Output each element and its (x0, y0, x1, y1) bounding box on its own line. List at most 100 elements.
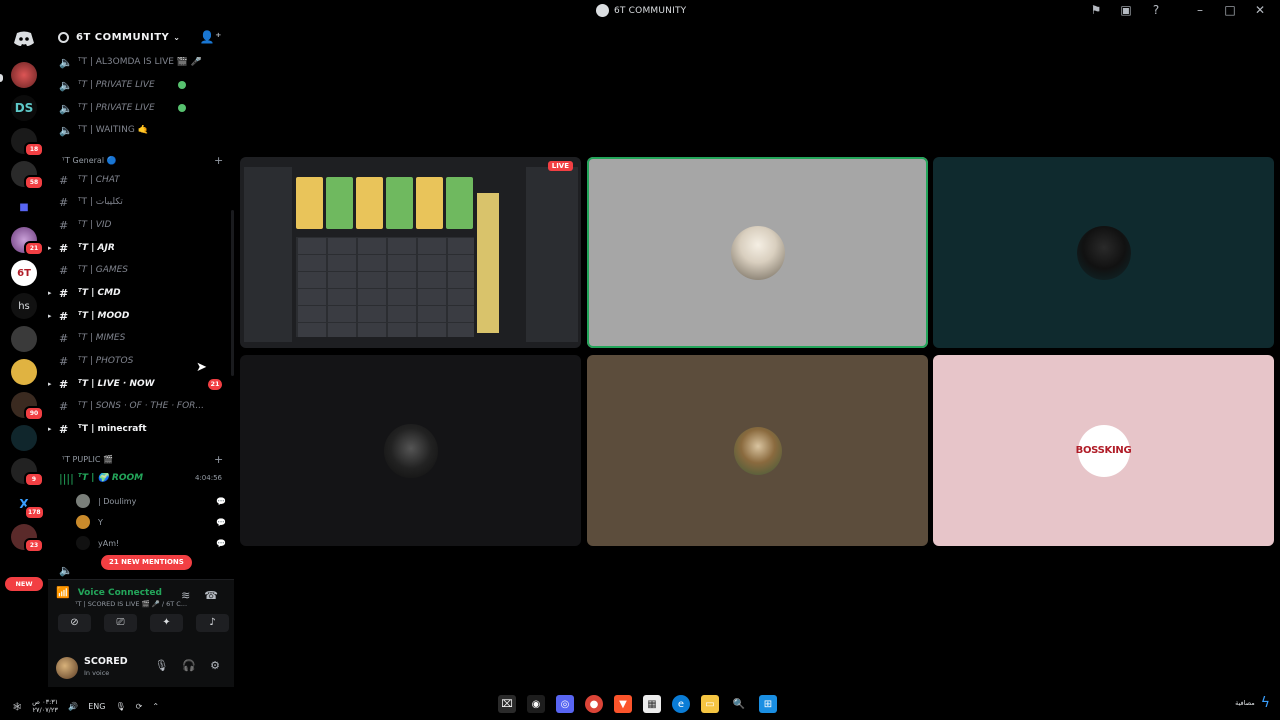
channel-name: ᵀT | LIVE · NOW (78, 379, 155, 389)
voice-channel[interactable]: 🔈 ᵀT | PRIVATE LIVE (48, 75, 234, 95)
voice-status-label: Voice Connected (77, 587, 162, 598)
add-channel-icon[interactable]: + (214, 453, 223, 466)
stream-preview (240, 157, 581, 348)
participant-tile-1[interactable] (587, 157, 928, 348)
screen-share-button[interactable]: ⎚ (104, 614, 137, 632)
discord-home-icon[interactable] (11, 26, 37, 52)
server-avatar-9[interactable] (11, 326, 37, 352)
text-channel[interactable]: ▸ # ᵀT | LIVE · NOW 21 (48, 374, 234, 394)
text-channel[interactable]: ▸ # ᵀT | AJR (48, 238, 234, 258)
language-indicator[interactable]: ENG (88, 702, 105, 711)
help-icon[interactable]: ? (1148, 3, 1164, 17)
discord-taskbar-icon[interactable]: ◎ (556, 695, 574, 713)
text-channel[interactable]: ▸ # ᵀT | CMD (48, 283, 234, 303)
server-avatar-1[interactable] (11, 62, 37, 88)
voice-activity-icon: |||| (59, 471, 74, 485)
text-channel[interactable]: # ᵀT | GAMES (48, 260, 234, 280)
voice-channel[interactable]: 🔈 ᵀT | WAITING 🤙 (48, 120, 234, 140)
headphones-icon[interactable]: 🎧 (182, 659, 196, 672)
server-hs[interactable]: hs (11, 293, 37, 319)
avatar (76, 515, 90, 529)
file-explorer-icon[interactable]: ▭ (701, 695, 719, 713)
participant-tile-4[interactable] (587, 355, 928, 546)
avatar[interactable] (56, 657, 78, 679)
speaker-icon: 🔈 (59, 101, 73, 115)
minimize-icon[interactable]: – (1192, 3, 1208, 17)
channel-name: ᵀT | GAMES (78, 265, 129, 275)
chevron-up-icon[interactable]: ⌃ (152, 702, 159, 711)
taskbar-apps: ⌧ ◉ ◎ ● ▼ ▦ e ▭ 🔍 ⊞ (498, 695, 777, 713)
voice-status[interactable]: 📶 Voice Connected (56, 586, 162, 599)
sync-icon[interactable]: ⟳ (136, 702, 143, 711)
card (356, 177, 383, 229)
category-public[interactable]: ᵀT PUPLIC 🎬 + (62, 451, 223, 467)
new-mentions-button[interactable]: 21 NEW MENTIONS (101, 555, 192, 570)
app-icon-1[interactable]: ⌧ (498, 695, 516, 713)
activities-button[interactable]: ✦ (150, 614, 183, 632)
speaker-icon: 🔈 (59, 123, 73, 137)
text-channel[interactable]: # ᵀT | MIMES (48, 328, 234, 348)
guild-header[interactable]: 6T COMMUNITY ⌄ 👤⁺ (48, 22, 234, 52)
add-member-icon[interactable]: 👤⁺ (200, 30, 222, 44)
microphone-tray-icon[interactable]: 🎙 (115, 702, 125, 711)
weather-icon[interactable]: ϟ (1261, 695, 1270, 711)
channel-name: ᵀT | CHAT (78, 175, 120, 185)
text-channel[interactable]: # ᵀT | CHAT (48, 170, 234, 190)
server-ds[interactable]: DS (11, 95, 37, 121)
voice-channel[interactable]: 🔈 ᵀT | PRIVATE LIVE (48, 98, 234, 118)
sidebar-scrollbar[interactable] (231, 210, 234, 376)
store-icon[interactable]: ▦ (643, 695, 661, 713)
text-channel[interactable]: # ᵀT | تكليبات (48, 192, 234, 212)
voice-channel-label[interactable]: ᵀT | SCORED IS LIVE 🎬 🎤 / 6T C... (75, 600, 187, 608)
close-icon[interactable]: ✕ (1252, 3, 1268, 17)
text-channel[interactable]: ▸ # ᵀT | minecraft (48, 419, 234, 439)
clock[interactable]: ٠٣:٣١ ص ٢٧/٠٧/٢٣ (32, 698, 58, 714)
participant-tile-5[interactable]: BOSSKING (933, 355, 1274, 546)
new-unreads-badge[interactable]: NEW (5, 577, 43, 591)
card (416, 177, 443, 229)
voice-channel-room[interactable]: |||| ᵀT | 🌍 ROOM 4:04:56 (48, 468, 234, 488)
maximize-icon[interactable]: □ (1222, 3, 1238, 17)
volume-icon[interactable]: 🔊 (68, 702, 78, 711)
brave-icon[interactable]: ▼ (614, 695, 632, 713)
voice-member[interactable]: yAm! 💬 (76, 534, 226, 552)
add-channel-icon[interactable]: + (214, 154, 223, 167)
voice-member[interactable]: Y 💬 (76, 513, 226, 531)
category-general[interactable]: ᵀT General 🔵 + (62, 152, 223, 168)
soundboard-button[interactable]: ♪ (196, 614, 229, 632)
app-icon-2[interactable]: ◉ (527, 695, 545, 713)
inbox-icon[interactable]: ▣ (1118, 3, 1134, 17)
voice-channel[interactable]: 🔈 ᵀT | AL3OMDA IS LIVE 🎬 🎤 (48, 52, 234, 72)
text-channel[interactable]: # ᵀT | VID (48, 215, 234, 235)
server-badge: 9 (24, 472, 44, 487)
participant-tile-3[interactable] (240, 355, 581, 546)
expand-arrow-icon: ▸ (48, 289, 52, 297)
edge-icon[interactable]: e (672, 695, 690, 713)
text-channel[interactable]: # ᵀT | SONS · OF · THE · FOR... (48, 396, 234, 416)
server-avatar-10[interactable] (11, 359, 37, 385)
channel-name: ᵀT | PRIVATE LIVE (78, 80, 155, 90)
stream-tile[interactable]: LIVE (240, 157, 581, 348)
disconnect-icon[interactable]: ☎ (204, 589, 218, 602)
streaming-icon: 💬 (216, 538, 226, 548)
settings-gear-icon[interactable]: ⚙ (210, 659, 220, 672)
server-6t-store[interactable]: 6T (11, 260, 37, 286)
voice-member[interactable]: | Doulimy 💬 (76, 492, 226, 510)
inbox-flag-icon[interactable]: ⚑ (1088, 3, 1104, 17)
windows-start-icon[interactable]: ⊞ (759, 695, 777, 713)
text-channel[interactable]: ▸ # ᵀT | MOOD (48, 306, 234, 326)
taskbar: 🕸 ٠٣:٣١ ص ٢٧/٠٧/٢٣ 🔊 ENG 🎙 ⟳ ⌃ ⌧ ◉ ◎ ● ▼… (0, 690, 1280, 720)
chrome-icon[interactable]: ● (585, 695, 603, 713)
microphone-icon[interactable]: 🎙 (154, 659, 168, 672)
server-avatar-12[interactable] (11, 425, 37, 451)
search-icon[interactable]: 🔍 (730, 695, 748, 713)
category-name: ᵀT General 🔵 (62, 155, 117, 165)
noise-suppression-icon[interactable]: ≋ (181, 589, 190, 602)
window-title-text: 6T COMMUNITY (614, 5, 687, 16)
network-icon[interactable]: 🕸 (12, 702, 22, 711)
participant-tile-2[interactable] (933, 157, 1274, 348)
camera-off-button[interactable]: ⊘ (58, 614, 91, 632)
server-badge: 178 (24, 505, 45, 520)
expand-arrow-icon: ▸ (48, 380, 52, 388)
folder-icon[interactable]: ■ (11, 194, 37, 220)
